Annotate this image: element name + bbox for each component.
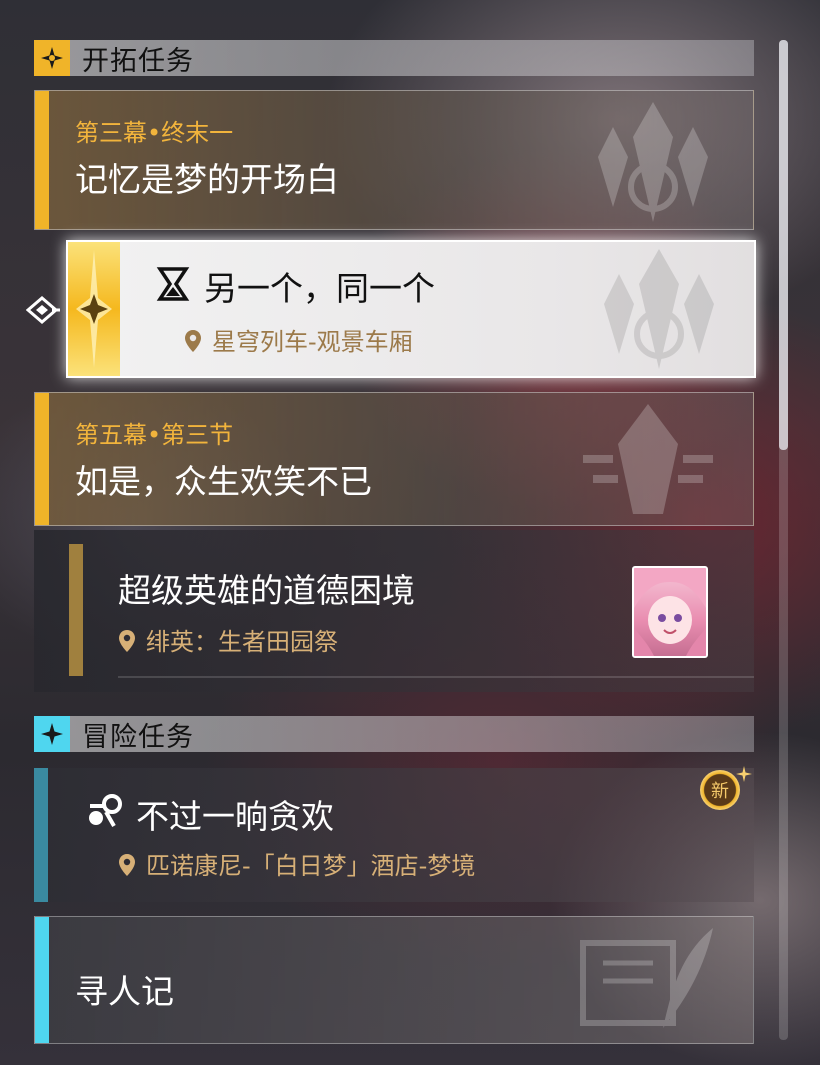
location-pin-icon <box>119 854 135 876</box>
hourglass-icon <box>156 267 190 301</box>
sparkle-icon <box>736 766 752 782</box>
location-text: 星穹列车-观景车厢 <box>212 328 413 356</box>
letter-quill-icon <box>580 928 713 1028</box>
mission-location: 匹诺康尼-「白日梦」酒店-梦境 <box>118 846 475 881</box>
accent-bar <box>35 91 49 229</box>
section-title: 开拓任务 <box>82 45 194 77</box>
trailblaze-icon <box>34 40 70 76</box>
section-header-trailblaze: 开拓任务 <box>34 40 754 77</box>
mission-card-active[interactable]: 另一个，同一个 星穹列车-观景车厢 <box>66 240 756 378</box>
mission-location: 绯英：生者田园祭 <box>118 622 338 657</box>
mission-name: 记忆是梦的开场白 <box>75 160 339 199</box>
mission-card-adventure[interactable]: 寻人记 <box>34 916 754 1044</box>
new-badge-label: 新 <box>711 781 729 802</box>
active-gold-strip <box>68 242 120 376</box>
mission-name: 另一个，同一个 <box>204 269 435 308</box>
mission-name: 如是，众生欢笑不已 <box>75 462 372 501</box>
mission-card-chapter[interactable]: 第五幕•第三节 如是，众生欢笑不已 <box>34 392 754 526</box>
new-badge: 新 <box>696 766 752 812</box>
location-pin-icon <box>185 330 201 352</box>
mission-card-adventure[interactable]: 不过一晌贪欢 匹诺康尼-「白日梦」酒店-梦境 <box>34 768 754 902</box>
divider <box>118 676 754 678</box>
mission-card-chapter[interactable]: 第三幕•终末一 记忆是梦的开场白 <box>34 90 754 230</box>
mission-name: 不过一晌贪欢 <box>136 797 334 836</box>
location-text: 绯英：生者田园祭 <box>146 628 338 656</box>
accent-bar <box>34 768 48 902</box>
adventure-icon <box>34 716 70 752</box>
mission-name: 寻人记 <box>75 972 174 1011</box>
selection-pointer-icon <box>26 296 60 324</box>
emblem-icon <box>604 249 714 369</box>
scrollbar-thumb[interactable] <box>779 40 788 450</box>
location-text: 匹诺康尼-「白日梦」酒店-梦境 <box>146 852 476 880</box>
emblem-icon <box>598 102 708 222</box>
emblem-icon <box>583 404 713 514</box>
accent-bar <box>35 917 49 1043</box>
accent-bar <box>35 393 49 525</box>
location-pin-icon <box>119 630 135 652</box>
chapter-label: 第五幕•第三节 <box>75 421 234 449</box>
mission-location: 星穹列车-观景车厢 <box>184 322 413 357</box>
section-header-adventure: 冒险任务 <box>34 716 754 753</box>
section-title: 冒险任务 <box>82 721 194 753</box>
mission-name: 超级英雄的道德困境 <box>118 571 415 610</box>
accent-bar <box>69 544 83 676</box>
adventure-type-icon <box>89 794 122 827</box>
trailblaze-star-icon <box>76 250 112 368</box>
scrollbar[interactable] <box>779 40 788 1040</box>
mission-card-side[interactable]: 超级英雄的道德困境 绯英：生者田园祭 <box>34 530 754 692</box>
character-avatar <box>632 566 708 658</box>
chapter-label: 第三幕•终末一 <box>75 119 234 147</box>
